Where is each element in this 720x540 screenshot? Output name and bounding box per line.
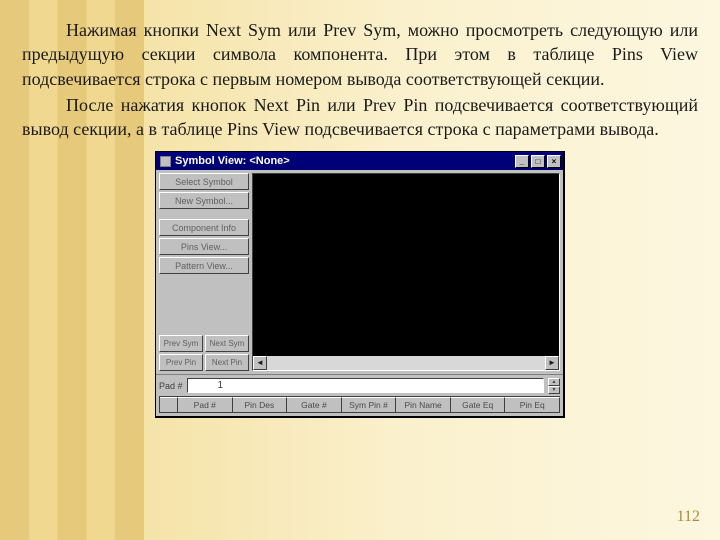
close-button[interactable]: × bbox=[547, 155, 561, 168]
page-number: 112 bbox=[677, 506, 700, 528]
spin-down-icon[interactable]: ▼ bbox=[548, 386, 560, 394]
select-symbol-button[interactable]: Select Symbol bbox=[159, 173, 249, 190]
component-info-button[interactable]: Component Info bbox=[159, 219, 249, 236]
pins-view-button[interactable]: Pins View... bbox=[159, 238, 249, 255]
pad-number-label: Pad # bbox=[159, 380, 183, 392]
window-title: Symbol View: <None> bbox=[175, 154, 290, 169]
col-pinname: Pin Name bbox=[396, 397, 451, 413]
col-pineq: Pin Eq bbox=[505, 397, 560, 413]
minimize-button[interactable]: _ bbox=[515, 155, 529, 168]
col-gateeq: Gate Eq bbox=[451, 397, 506, 413]
paragraph-2: После нажатия кнопок Next Pin или Prev P… bbox=[22, 93, 698, 142]
col-pad: Pad # bbox=[178, 397, 233, 413]
scroll-right-icon[interactable]: ► bbox=[545, 356, 559, 370]
pad-spinner[interactable]: ▲ ▼ bbox=[548, 378, 560, 393]
prev-pin-button[interactable]: Prev Pin bbox=[159, 354, 203, 371]
new-symbol-button[interactable]: New Symbol... bbox=[159, 192, 249, 209]
col-gate: Gate # bbox=[287, 397, 342, 413]
canvas-area: ◄ ► bbox=[252, 173, 560, 371]
next-sym-button[interactable]: Next Sym bbox=[205, 335, 249, 352]
window-titlebar[interactable]: Symbol View: <None> _ □ × bbox=[156, 152, 563, 170]
lower-panel: Pad # 1 ▲ ▼ Pad # Pin Des Gate # Sym Pin… bbox=[156, 374, 563, 416]
next-pin-button[interactable]: Next Pin bbox=[205, 354, 249, 371]
prev-sym-button[interactable]: Prev Sym bbox=[159, 335, 203, 352]
col-pindes: Pin Des bbox=[233, 397, 288, 413]
col-sympin: Sym Pin # bbox=[342, 397, 397, 413]
row-header-cell bbox=[160, 397, 178, 413]
symbol-canvas[interactable] bbox=[253, 174, 559, 356]
symbol-view-screenshot: Symbol View: <None> _ □ × Select Symbol … bbox=[155, 151, 565, 418]
spin-up-icon[interactable]: ▲ bbox=[548, 378, 560, 386]
pad-number-field[interactable]: 1 bbox=[187, 378, 544, 393]
pattern-view-button[interactable]: Pattern View... bbox=[159, 257, 249, 274]
pins-table-header: Pad # Pin Des Gate # Sym Pin # Pin Name … bbox=[159, 396, 560, 413]
paragraph-1: Нажимая кнопки Next Sym или Prev Sym, мо… bbox=[22, 18, 698, 91]
scroll-track[interactable] bbox=[267, 356, 545, 370]
horizontal-scrollbar[interactable]: ◄ ► bbox=[253, 356, 559, 370]
side-panel: Select Symbol New Symbol... Component In… bbox=[159, 173, 249, 371]
app-icon bbox=[160, 156, 171, 167]
maximize-button[interactable]: □ bbox=[531, 155, 545, 168]
scroll-left-icon[interactable]: ◄ bbox=[253, 356, 267, 370]
